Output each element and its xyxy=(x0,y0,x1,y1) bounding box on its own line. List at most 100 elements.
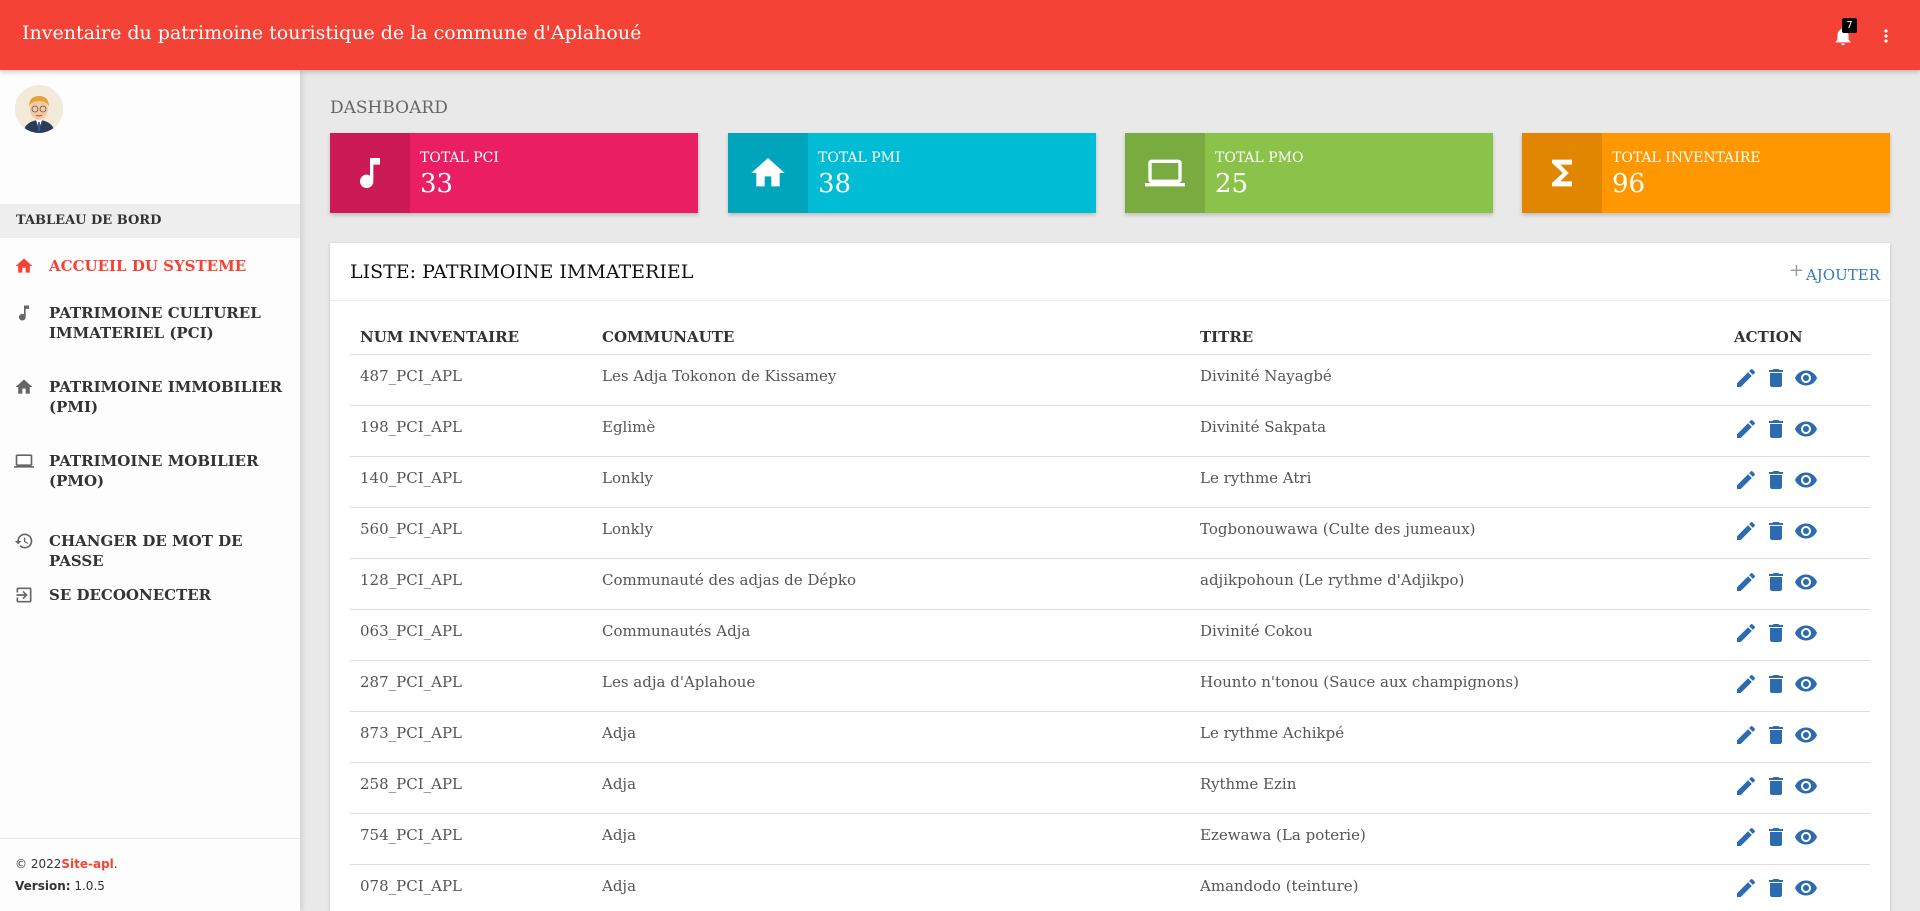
delete-button[interactable] xyxy=(1764,519,1788,543)
card-total-pmi: TOTAL PMI 38 xyxy=(728,133,1096,213)
more-vert-icon xyxy=(1884,29,1888,43)
delete-button[interactable] xyxy=(1764,672,1788,696)
view-icon xyxy=(1794,421,1817,436)
view-icon xyxy=(1794,727,1817,742)
sidebar-item-pmi[interactable]: PATRIMOINE IMMOBILIER (PMI) xyxy=(0,377,300,417)
delete-button[interactable] xyxy=(1764,621,1788,645)
column-header-num-inventaire[interactable]: NUM INVENTAIRE xyxy=(350,321,592,355)
edit-button[interactable] xyxy=(1734,621,1758,645)
edit-button[interactable] xyxy=(1734,570,1758,594)
edit-button[interactable] xyxy=(1734,672,1758,696)
cell-actions xyxy=(1724,405,1870,457)
add-button-label: AJOUTER xyxy=(1805,266,1880,284)
column-header-action: ACTION xyxy=(1724,321,1870,355)
view-button[interactable] xyxy=(1794,468,1818,492)
cell-communaute: Adja xyxy=(592,762,1190,814)
view-icon xyxy=(1794,574,1817,589)
edit-button[interactable] xyxy=(1734,774,1758,798)
sidebar-item-pmo[interactable]: PATRIMOINE MOBILIER (PMO) xyxy=(0,451,300,491)
view-icon xyxy=(1794,523,1817,538)
view-button[interactable] xyxy=(1794,417,1818,441)
table-row: 287_PCI_APL Les adja d'Aplahoue Hounto n… xyxy=(350,660,1870,712)
more-menu-button[interactable] xyxy=(1876,24,1896,48)
edit-icon xyxy=(1737,521,1756,540)
view-button[interactable] xyxy=(1794,570,1818,594)
cell-communaute: Les Adja Tokonon de Kissamey xyxy=(592,354,1190,406)
view-icon xyxy=(1794,829,1817,844)
add-button[interactable]: + AJOUTER xyxy=(1789,260,1880,285)
cell-titre: adjikpohoun (Le rythme d'Adjikpo) xyxy=(1190,558,1724,610)
sidebar-item-pci[interactable]: PATRIMOINE CULTUREL IMMATERIEL (PCI) xyxy=(0,303,300,343)
edit-button[interactable] xyxy=(1734,417,1758,441)
column-header-communaute[interactable]: COMMUNAUTE xyxy=(592,321,1190,355)
view-icon xyxy=(1794,778,1817,793)
sigma-icon xyxy=(1552,159,1572,187)
view-button[interactable] xyxy=(1794,621,1818,645)
cell-titre: Rythme Ezin xyxy=(1190,762,1724,814)
cell-titre: Amandodo (teinture) xyxy=(1190,864,1724,911)
view-button[interactable] xyxy=(1794,876,1818,900)
cell-communaute: Eglimè xyxy=(592,405,1190,457)
cell-num-inventaire: 754_PCI_APL xyxy=(350,813,592,865)
edit-button[interactable] xyxy=(1734,366,1758,390)
user-avatar-icon xyxy=(15,85,63,133)
column-header-titre[interactable]: TITRE xyxy=(1190,321,1724,355)
home-icon xyxy=(15,258,33,273)
view-icon xyxy=(1794,472,1817,487)
view-button[interactable] xyxy=(1794,519,1818,543)
delete-icon xyxy=(1768,878,1783,897)
version-info: Version: 1.0.5 xyxy=(15,879,285,893)
copyright: © 2022Site-apl. xyxy=(15,857,285,871)
view-button[interactable] xyxy=(1794,366,1818,390)
edit-button[interactable] xyxy=(1734,825,1758,849)
table-header-row: NUM INVENTAIRE COMMUNAUTE TITRE ACTION xyxy=(350,321,1870,355)
delete-icon xyxy=(1768,725,1783,744)
cell-actions xyxy=(1724,609,1870,661)
table-row: 258_PCI_APL Adja Rythme Ezin xyxy=(350,762,1870,814)
delete-icon xyxy=(1768,827,1783,846)
table-row: 754_PCI_APL Adja Ezewawa (La poterie) xyxy=(350,813,1870,865)
delete-button[interactable] xyxy=(1764,417,1788,441)
version-label: Version: xyxy=(15,879,71,893)
card-label: TOTAL PMI xyxy=(818,150,901,166)
edit-button[interactable] xyxy=(1734,723,1758,747)
edit-button[interactable] xyxy=(1734,468,1758,492)
delete-button[interactable] xyxy=(1764,366,1788,390)
view-button[interactable] xyxy=(1794,825,1818,849)
view-icon xyxy=(1794,676,1817,691)
delete-button[interactable] xyxy=(1764,825,1788,849)
sidebar-item-changer-mot-de-passe[interactable]: CHANGER DE MOT DE PASSE xyxy=(0,531,300,571)
edit-icon xyxy=(1737,674,1756,693)
delete-button[interactable] xyxy=(1764,468,1788,492)
cell-num-inventaire: 287_PCI_APL xyxy=(350,660,592,712)
copyright-year: © 2022 xyxy=(15,857,62,871)
delete-button[interactable] xyxy=(1764,723,1788,747)
edit-button[interactable] xyxy=(1734,876,1758,900)
view-button[interactable] xyxy=(1794,672,1818,696)
table-row: 560_PCI_APL Lonkly Togbonouwawa (Culte d… xyxy=(350,507,1870,559)
cell-actions xyxy=(1724,864,1870,911)
delete-button[interactable] xyxy=(1764,876,1788,900)
delete-button[interactable] xyxy=(1764,774,1788,798)
inventory-table: NUM INVENTAIRE COMMUNAUTE TITRE ACTION 4… xyxy=(350,321,1870,911)
sidebar-item-accueil[interactable]: ACCUEIL DU SYSTEME xyxy=(0,256,300,276)
brand-link[interactable]: Site-apl xyxy=(61,857,113,871)
cell-actions xyxy=(1724,558,1870,610)
cell-actions xyxy=(1724,711,1870,763)
sidebar-item-se-deconnecter[interactable]: SE DECOONECTER xyxy=(0,585,300,605)
edit-button[interactable] xyxy=(1734,519,1758,543)
view-button[interactable] xyxy=(1794,774,1818,798)
avatar[interactable] xyxy=(15,85,63,133)
view-icon xyxy=(1794,370,1817,385)
app-title: Inventaire du patrimoine touristique de … xyxy=(22,22,642,44)
notifications-button[interactable]: 7 xyxy=(1832,18,1857,48)
card-label: TOTAL PMO xyxy=(1215,150,1304,166)
cell-titre: Divinité Nayagbé xyxy=(1190,354,1724,406)
delete-icon xyxy=(1768,674,1783,693)
plus-icon: + xyxy=(1788,260,1804,281)
edit-icon xyxy=(1737,368,1756,387)
delete-button[interactable] xyxy=(1764,570,1788,594)
view-button[interactable] xyxy=(1794,723,1818,747)
cell-num-inventaire: 063_PCI_APL xyxy=(350,609,592,661)
logout-icon xyxy=(16,587,32,603)
